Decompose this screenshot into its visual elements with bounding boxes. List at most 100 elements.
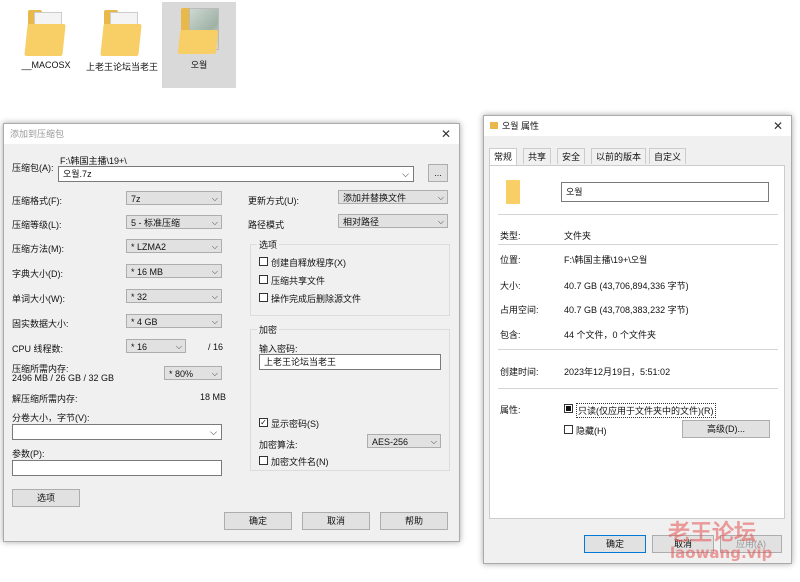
word-select[interactable]: * 32 ⌵ — [126, 289, 222, 303]
tab-security[interactable]: 安全 — [557, 148, 586, 164]
shared-checkbox[interactable] — [259, 275, 268, 284]
folder-icon — [100, 10, 142, 56]
path-select[interactable]: 相对路径 ⌵ — [338, 214, 448, 228]
cpu-select[interactable]: * 16 ⌵ — [126, 339, 186, 353]
update-label: 更新方式(U): — [248, 196, 299, 206]
disk-label: 占用空间: — [500, 305, 539, 315]
method-select[interactable]: * LZMA2 ⌵ — [126, 239, 222, 253]
update-select[interactable]: 添加并替换文件 ⌵ — [338, 190, 448, 204]
show-password-checkbox[interactable]: ✓ — [259, 418, 268, 427]
props-title: 오월 属性 — [502, 121, 540, 131]
enc-names-checkbox[interactable] — [259, 456, 268, 465]
encrypt-group: 加密 输入密码: 上老王论坛当老王 ✓ 显示密码(S) 加密算法: AES-25… — [250, 323, 450, 471]
dialog-title: 添加到压缩包 — [4, 124, 459, 144]
enc-method-select[interactable]: AES-256 ⌵ — [367, 434, 441, 448]
separator — [498, 388, 778, 389]
delete-checkbox[interactable] — [259, 293, 268, 302]
dict-label: 字典大小(D): — [12, 269, 63, 279]
attr-label: 属性: — [500, 405, 521, 415]
watermark-logo-text: 老王论坛 — [668, 521, 757, 546]
encrypt-group-title: 加密 — [257, 323, 280, 336]
params-label: 参数(P): — [12, 449, 45, 459]
separator — [498, 349, 778, 350]
created-label: 创建时间: — [500, 367, 539, 377]
general-panel — [489, 165, 785, 519]
folder-icon — [490, 122, 498, 129]
readonly-checkbox[interactable] — [564, 404, 573, 413]
dict-select[interactable]: * 16 MB ⌵ — [126, 264, 222, 278]
path-label: 路径模式 — [248, 220, 285, 230]
separator — [498, 214, 778, 215]
archive-name-field[interactable]: 오월.7z ⌵ — [58, 166, 414, 182]
folder-name-input[interactable]: 오월 — [561, 182, 769, 202]
size-value: 40.7 GB (43,706,894,336 字节) — [564, 281, 689, 291]
sfx-checkbox[interactable] — [259, 257, 268, 266]
separator — [498, 244, 778, 245]
level-label: 压缩等级(L): — [12, 220, 62, 230]
watermark-url: laowang.vip — [670, 544, 773, 562]
hidden-checkbox[interactable] — [564, 425, 573, 434]
folder-icon — [506, 180, 520, 204]
advanced-button[interactable]: 高级(D)... — [682, 420, 770, 438]
shared-label: 压缩共享文件 — [271, 276, 326, 286]
solid-select[interactable]: * 4 GB ⌵ — [126, 314, 222, 328]
params-input[interactable] — [12, 460, 222, 476]
folder-icon — [177, 8, 219, 54]
tab-customize[interactable]: 自定义 — [649, 148, 687, 164]
desktop-item-label: 上老王论坛当老王 — [86, 62, 159, 72]
password-input[interactable]: 上老王论坛当老王 — [259, 354, 441, 370]
desktop-item-macosx[interactable]: __MACOSX — [10, 4, 82, 88]
options-group: 选项 创建自释放程序(X) 压缩共享文件 操作完成后删除源文件 — [250, 238, 450, 316]
cpu-total: / 16 — [208, 342, 224, 352]
browse-button[interactable]: ... — [428, 164, 448, 182]
format-select[interactable]: 7z ⌵ — [126, 191, 222, 205]
mem-select[interactable]: * 80% ⌵ — [164, 366, 222, 380]
level-select[interactable]: 5 - 标准压缩 ⌵ — [126, 215, 222, 229]
contains-label: 包含: — [500, 330, 521, 340]
props-tabs: 常规 共享 安全 以前的版本 自定义 — [489, 148, 785, 165]
contains-value: 44 个文件，0 个文件夹 — [564, 330, 657, 340]
solid-label: 固实数据大小: — [12, 319, 69, 329]
cancel-button[interactable]: 取消 — [302, 512, 370, 530]
ok-button[interactable]: 确定 — [224, 512, 292, 530]
size-label: 大小: — [500, 281, 521, 291]
desktop-item-selected-folder[interactable]: 오월 — [162, 2, 236, 88]
desktop-item-folder[interactable]: 上老王论坛当老王 — [86, 4, 158, 100]
cpu-label: CPU 线程数: — [12, 344, 64, 354]
split-label: 分卷大小，字节(V): — [12, 413, 90, 423]
ok-button[interactable]: 确定 — [584, 535, 646, 553]
disk-value: 40.7 GB (43,708,383,232 字节) — [564, 305, 689, 315]
decomp-value: 18 MB — [200, 392, 227, 402]
type-value: 文件夹 — [564, 231, 592, 241]
type-label: 类型: — [500, 231, 521, 241]
add-archive-dialog: 添加到压缩包 ✕ 压缩包(A): F:\韩国主播\19+\ 오월.7z ⌵ ...… — [3, 123, 460, 542]
word-label: 单词大小(W): — [12, 294, 65, 304]
location-value: F:\韩国主播\19+\오월 — [564, 255, 648, 265]
close-icon[interactable]: ✕ — [441, 124, 451, 144]
desktop-item-label: 오월 — [190, 60, 208, 70]
help-button[interactable]: 帮助 — [380, 512, 448, 530]
decomp-label: 解压缩所需内存: — [12, 394, 78, 404]
sfx-label: 创建自释放程序(X) — [271, 258, 346, 268]
tab-sharing[interactable]: 共享 — [523, 148, 552, 164]
tab-general[interactable]: 常规 — [489, 148, 518, 165]
delete-label: 操作完成后删除源文件 — [271, 294, 362, 304]
enc-names-label: 加密文件名(N) — [271, 457, 329, 467]
show-password-label: 显示密码(S) — [271, 419, 319, 429]
format-label: 压缩格式(F): — [12, 196, 62, 206]
hidden-label: 隐藏(H) — [576, 426, 607, 436]
tab-previous-versions[interactable]: 以前的版本 — [591, 148, 647, 164]
readonly-label: 只读(仅应用于文件夹中的文件)(R) — [576, 403, 716, 418]
location-label: 位置: — [500, 255, 521, 265]
props-title-bar: 오월 属性 — [484, 116, 791, 136]
method-label: 压缩方法(M): — [12, 244, 64, 254]
split-combo[interactable]: ⌵ — [12, 424, 222, 440]
archive-label: 压缩包(A): — [12, 163, 54, 173]
properties-dialog: 오월 属性 ✕ 常规 共享 安全 以前的版本 自定义 오월 类型: 文件夹 位置… — [483, 115, 792, 564]
options-button[interactable]: 选项 — [12, 489, 80, 507]
close-icon[interactable]: ✕ — [773, 116, 783, 136]
options-group-title: 选项 — [257, 238, 280, 251]
desktop-item-label: __MACOSX — [21, 60, 71, 70]
enc-method-label: 加密算法: — [259, 440, 298, 450]
created-value: 2023年12月19日，5:51:02 — [564, 367, 671, 377]
